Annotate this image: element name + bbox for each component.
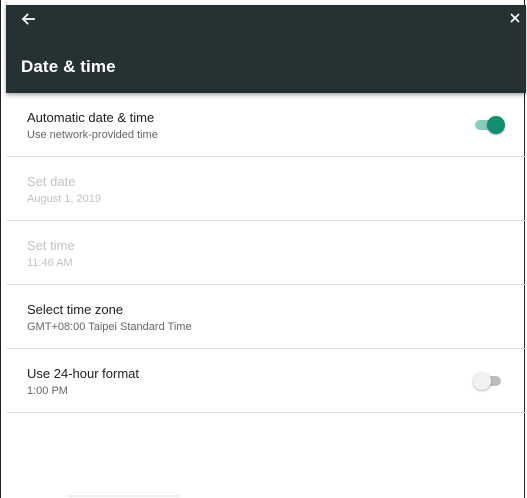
setting-title: Set date [27, 174, 76, 189]
24-hour-format-toggle[interactable] [473, 372, 505, 390]
setting-title: Set time [27, 238, 75, 253]
setting-title: Automatic date & time [27, 110, 155, 125]
app-bar: Date & time [6, 5, 526, 93]
setting-automatic-date-time[interactable]: Automatic date & time Use network-provid… [6, 93, 526, 157]
page-title: Date & time [21, 57, 116, 76]
setting-subtitle: Use network-provided time [27, 129, 158, 141]
setting-title: Use 24-hour format [27, 366, 139, 381]
setting-subtitle: 1:00 PM [27, 385, 68, 397]
arrow-left-icon[interactable] [20, 11, 36, 27]
settings-list: Automatic date & time Use network-provid… [6, 93, 526, 413]
setting-select-time-zone[interactable]: Select time zone GMT+08:00 Taipei Standa… [6, 285, 526, 349]
setting-subtitle: August 1, 2019 [27, 193, 102, 205]
setting-use-24-hour-format[interactable]: Use 24-hour format 1:00 PM [6, 349, 526, 413]
setting-set-time: Set time 11:46 AM [6, 221, 526, 285]
close-icon[interactable] [508, 11, 522, 25]
setting-set-date: Set date August 1, 2019 [6, 157, 526, 221]
setting-subtitle: 11:46 AM [27, 257, 73, 269]
toggle-thumb [473, 372, 491, 390]
toggle-thumb [487, 116, 505, 134]
settings-window: Date & time Automatic date & time Use ne… [0, 0, 526, 498]
automatic-date-time-toggle[interactable] [473, 116, 505, 134]
setting-subtitle: GMT+08:00 Taipei Standard Time [27, 321, 192, 333]
bottom-nav-hint [67, 495, 179, 497]
setting-title: Select time zone [27, 302, 124, 317]
